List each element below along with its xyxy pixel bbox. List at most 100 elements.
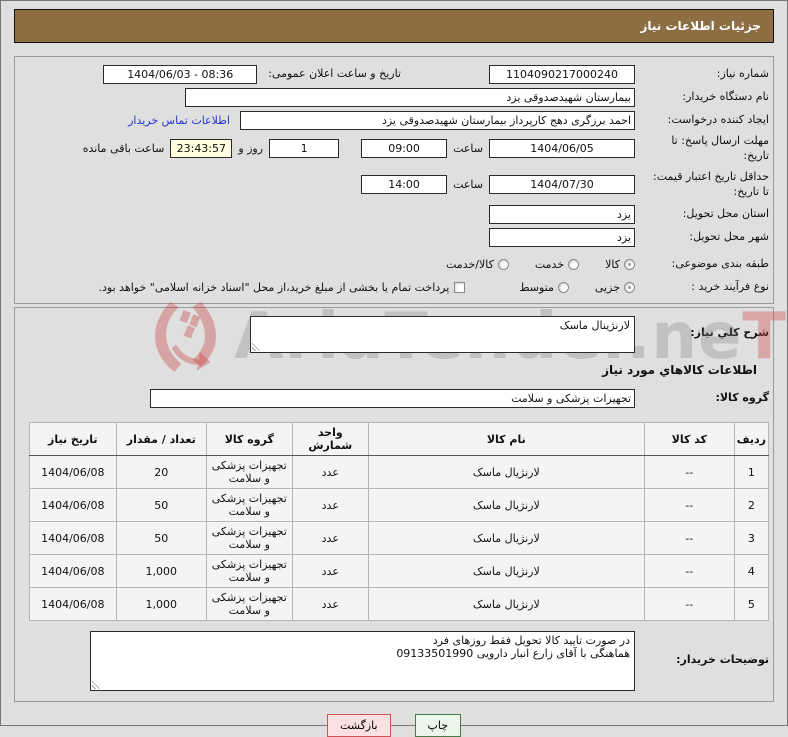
table-cell: تجهیزات پزشکی و سلامت xyxy=(205,521,293,556)
treasury-checkbox[interactable] xyxy=(454,282,466,294)
table-cell: تجهیزات پزشکی و سلامت xyxy=(205,554,293,589)
creator-input[interactable] xyxy=(240,111,635,130)
radio-icon xyxy=(497,259,509,271)
table-cell: 1,000 xyxy=(115,587,207,622)
table-cell: 50 xyxy=(115,521,207,556)
item-group-input[interactable] xyxy=(150,389,635,409)
deadline-row: مهلت ارسال پاسخ: تا تاریخ: ساعت روز و سا… xyxy=(19,134,769,164)
announce-datetime-input[interactable] xyxy=(103,65,258,84)
column-header: نام کالا xyxy=(367,422,645,457)
table-cell: تجهیزات پزشکی و سلامت xyxy=(205,587,293,622)
price-validity-label: حداقل تاریخ اعتبار قیمت: تا تاریخ: xyxy=(653,169,769,198)
radio-icon xyxy=(624,259,635,271)
countdown-timer xyxy=(170,139,233,159)
table-cell: عدد xyxy=(291,521,369,556)
price-validity-date-input[interactable] xyxy=(489,175,635,195)
deadline-date-input[interactable] xyxy=(489,139,635,159)
table-cell: عدد xyxy=(291,488,369,523)
radio-icon xyxy=(624,282,635,294)
radio-label: جزیی xyxy=(594,281,620,295)
items-section-title: اطلاعات کالاهاي مورد نیاز xyxy=(602,363,757,378)
table-cell: 2 xyxy=(733,488,770,523)
buyer-notes-label: توضیحات خریدار: xyxy=(676,653,769,667)
table-cell: 1,000 xyxy=(115,554,207,589)
process-type-options: جزیی متوسط xyxy=(493,281,635,294)
deadline-label: مهلت ارسال پاسخ: تا تاریخ: xyxy=(671,134,769,162)
buyer-notes-row: توضیحات خریدار: در صورت تایید کالا تحویل… xyxy=(19,631,769,692)
page-title: جزئیات اطلاعات نیاز xyxy=(14,9,774,43)
table-row: 2 -- لارنژیال ماسک عدد تجهیزات پزشکی و سلامت… xyxy=(28,488,770,523)
table-cell: 1404/06/08 xyxy=(28,554,117,589)
process-type-option[interactable]: متوسط xyxy=(519,281,569,294)
buyer-contact-link[interactable]: اطلاعات تماس خریدار xyxy=(128,114,230,127)
category-option[interactable]: کالا xyxy=(605,258,635,271)
category-option[interactable]: خدمت xyxy=(535,258,580,271)
need-number-input[interactable] xyxy=(489,65,635,84)
creator-row: ایجاد کننده درخواست: اطلاعات تماس خریدار xyxy=(19,111,769,130)
city-row: شهر محل تحویل: xyxy=(19,228,769,248)
description-textarea[interactable]: لارنژینال ماسک xyxy=(250,316,635,354)
category-label: طبقه بندی موضوعی: xyxy=(671,257,769,271)
table-row: 5 -- لارنژیال ماسک عدد تجهیزات پزشکی و سلامت… xyxy=(28,587,770,622)
description-row: شرح کلي نیاز: لارنژینال ماسک xyxy=(19,316,769,354)
province-label: استان محل تحویل: xyxy=(682,207,769,221)
deadline-time-input[interactable] xyxy=(361,139,448,159)
price-validity-time-input[interactable] xyxy=(361,175,448,195)
column-header: ردیف xyxy=(733,422,770,457)
remaining-days-label: روز و xyxy=(238,142,264,156)
table-cell: لارنژیال ماسک xyxy=(367,455,645,490)
table-cell: 5 xyxy=(733,587,770,622)
deadline-time-label: ساعت xyxy=(453,142,483,156)
table-header-row: ردیف کد کالا نام کالا واحد شمارش گروه کالا تع… xyxy=(28,422,770,457)
column-header: تاریخ نیاز xyxy=(28,422,117,457)
table-cell: 1404/06/08 xyxy=(28,488,117,523)
table-cell: -- xyxy=(643,554,735,589)
table-cell: -- xyxy=(643,488,735,523)
table-cell: عدد xyxy=(291,554,369,589)
radio-icon xyxy=(557,282,569,294)
price-validity-row: حداقل تاریخ اعتبار قیمت: تا تاریخ: ساعت xyxy=(19,170,769,200)
category-option[interactable]: کالا/خدمت xyxy=(446,258,509,271)
countdown-label: ساعت باقی مانده xyxy=(82,142,165,156)
column-header: واحد شمارش xyxy=(291,422,369,457)
table-cell: تجهیزات پزشکی و سلامت xyxy=(205,488,293,523)
treasury-checkbox-label: پرداخت تمام یا بخشی از مبلغ خرید،از محل … xyxy=(98,281,450,295)
radio-icon xyxy=(568,259,580,271)
table-row: 3 -- لارنژیال ماسک عدد تجهیزات پزشکی و سلامت… xyxy=(28,521,770,556)
item-group-label: گروه کالا: xyxy=(715,391,769,405)
buyer-notes-textarea[interactable]: در صورت تایید کالا تحویل فقط روزهای فرد … xyxy=(90,631,635,692)
radio-label: متوسط xyxy=(519,281,554,295)
city-label: شهر محل تحویل: xyxy=(689,230,769,244)
process-type-row: نوع فرآیند خرید : جزیی متوسط پرداخت تمام … xyxy=(19,280,769,295)
column-header: تعداد / مقدار xyxy=(115,422,207,457)
column-header: گروه کالا xyxy=(205,422,293,457)
need-number-row: شماره نیاز: تاریخ و ساعت اعلان عمومی: xyxy=(19,65,769,84)
table-cell: 1404/06/08 xyxy=(28,521,117,556)
table-cell: 1404/06/08 xyxy=(28,455,117,490)
table-row: 4 -- لارنژیال ماسک عدد تجهیزات پزشکی و سلامت… xyxy=(28,554,770,589)
process-type-option[interactable]: جزیی xyxy=(595,281,635,294)
table-cell: لارنژیال ماسک xyxy=(367,488,645,523)
table-cell: 1404/06/08 xyxy=(28,587,117,622)
price-validity-time-label: ساعت xyxy=(453,178,483,192)
table-cell: 50 xyxy=(115,488,207,523)
creator-label: ایجاد کننده درخواست: xyxy=(667,113,769,127)
table-cell: 3 xyxy=(733,521,770,556)
category-options: کالا خدمت کالا/خدمت xyxy=(420,255,635,274)
table-cell: 4 xyxy=(733,554,770,589)
process-type-label: نوع فرآیند خرید : xyxy=(691,280,769,294)
buyer-org-label: نام دستگاه خریدار: xyxy=(682,90,769,104)
need-info-panel: شماره نیاز: تاریخ و ساعت اعلان عمومی: نا… xyxy=(14,56,774,305)
province-input[interactable] xyxy=(489,205,635,225)
city-input[interactable] xyxy=(489,228,635,248)
table-cell: لارنژیال ماسک xyxy=(367,587,645,622)
table-cell: لارنژیال ماسک xyxy=(367,521,645,556)
items-table: ردیف کد کالا نام کالا واحد شمارش گروه کالا تع… xyxy=(28,422,770,622)
remaining-days-input[interactable] xyxy=(269,139,340,159)
item-group-row: گروه کالا: xyxy=(19,389,769,409)
table-cell: عدد xyxy=(291,587,369,622)
table-cell: عدد xyxy=(291,455,369,490)
buyer-org-input[interactable] xyxy=(185,88,635,107)
description-label: شرح کلي نیاز: xyxy=(690,326,769,340)
need-number-label: شماره نیاز: xyxy=(716,67,769,81)
